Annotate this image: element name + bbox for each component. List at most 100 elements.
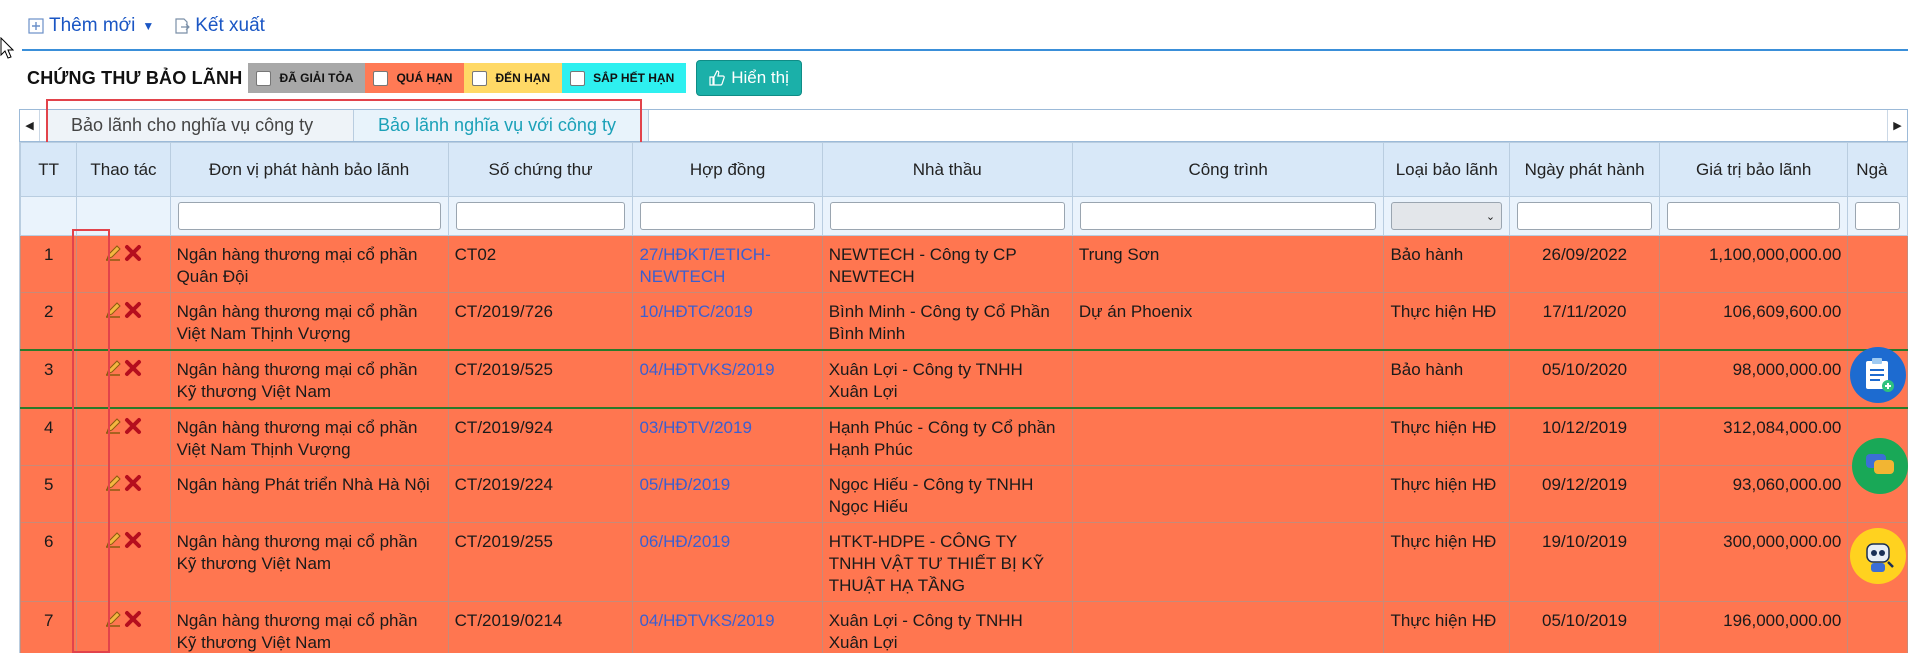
col-header-next[interactable]: Ngà	[1847, 142, 1908, 197]
edit-icon[interactable]	[104, 474, 122, 492]
col-header-project[interactable]: Công trình	[1071, 142, 1385, 197]
tab-scroll-left-icon[interactable]: ◀	[20, 110, 40, 141]
status-filter-row: CHỨNG THƯ BẢO LÃNH ĐÃ GIẢI TỎA QUÁ HẠN Đ…	[27, 60, 802, 96]
filter-date-input[interactable]	[1517, 202, 1653, 230]
cell-actions	[76, 292, 171, 351]
cell-issue-date-text: 10/12/2019	[1542, 418, 1628, 437]
cell-type: Thực hiện HĐ	[1383, 522, 1511, 602]
cell-issuer-text: Ngân hàng thương mại cổ phần Kỹ thương V…	[176, 532, 418, 573]
cell-contract-text[interactable]: 27/HĐKT/ETICH-NEWTECH	[639, 245, 770, 286]
edit-icon[interactable]	[104, 244, 122, 262]
delete-icon[interactable]	[124, 359, 142, 377]
table-row[interactable]: 4 Ngân hàng thương mại cổ phần Việt Nam T…	[20, 407, 1908, 466]
export-label: Kết xuất	[195, 15, 265, 36]
guarantee-grid: TT Thao tác Đơn vị phát hành bảo lãnh Số…	[19, 142, 1908, 653]
released-checkbox[interactable]	[256, 70, 272, 86]
filter-cert-input[interactable]	[455, 202, 626, 230]
col-header-contract[interactable]: Hợp đồng	[632, 142, 823, 197]
cell-cert-number-text: CT/2019/525	[454, 360, 553, 379]
table-row[interactable]: 6 Ngân hàng thương mại cổ phần Kỹ thương …	[20, 522, 1908, 602]
filter-contract-input[interactable]	[640, 202, 815, 230]
cell-contract: 27/HĐKT/ETICH-NEWTECH	[632, 235, 823, 293]
cell-tt: 2	[20, 292, 78, 351]
col-header-cert-number[interactable]: Số chứng thư	[447, 142, 634, 197]
status-overdue[interactable]: QUÁ HẠN	[365, 63, 465, 93]
cell-contract-text[interactable]: 04/HĐTVKS/2019	[639, 360, 774, 379]
filter-contractor-input[interactable]	[829, 202, 1065, 230]
delete-icon[interactable]	[124, 531, 142, 549]
cell-contract: 05/HĐ/2019	[632, 465, 823, 523]
cell-cert-number: CT/2019/726	[447, 292, 634, 351]
table-row[interactable]: 7 Ngân hàng thương mại cổ phần Kỹ thương …	[20, 601, 1908, 653]
col-header-value[interactable]: Giá trị bảo lãnh	[1659, 142, 1849, 197]
due-checkbox[interactable]	[472, 70, 488, 86]
status-expiring-soon[interactable]: SẮP HẾT HẠN	[562, 63, 687, 93]
edit-icon[interactable]	[104, 359, 122, 377]
chat-widget[interactable]	[1852, 438, 1908, 494]
edit-icon[interactable]	[104, 610, 122, 628]
chevron-down-icon[interactable]: ▼	[142, 19, 154, 33]
cell-issuer: Ngân hàng thương mại cổ phần Việt Nam Th…	[169, 407, 449, 466]
col-header-issue-date[interactable]: Ngày phát hành	[1509, 142, 1661, 197]
cell-type: Bảo hành	[1383, 235, 1511, 293]
cell-issuer: Ngân hàng thương mại cổ phần Quân Đội	[169, 235, 449, 293]
table-row[interactable]: 5 Ngân hàng Phát triển Nhà Hà Nội CT/2019/…	[20, 465, 1908, 523]
delete-icon[interactable]	[124, 610, 142, 628]
filter-project-input[interactable]	[1079, 202, 1377, 230]
cell-contract-text[interactable]: 06/HĐ/2019	[639, 532, 730, 551]
cell-contract-text[interactable]: 03/HĐTV/2019	[639, 418, 751, 437]
delete-icon[interactable]	[124, 244, 142, 262]
filter-next-input[interactable]	[1855, 202, 1900, 230]
filter-type-select[interactable]: ⌄	[1391, 202, 1503, 230]
status-due[interactable]: ĐẾN HẠN	[464, 63, 563, 93]
cell-cert-number: CT02	[447, 235, 634, 293]
col-header-issuer[interactable]: Đơn vị phát hành bảo lãnh	[169, 142, 449, 197]
cell-contract-text[interactable]: 04/HĐTVKS/2019	[639, 611, 774, 630]
col-header-contractor[interactable]: Nhà thầu	[821, 142, 1073, 197]
col-header-tt[interactable]: TT	[20, 142, 78, 197]
delete-icon[interactable]	[124, 301, 142, 319]
cell-actions	[76, 349, 171, 409]
cell-next	[1847, 292, 1908, 351]
export-button[interactable]: Kết xuất	[174, 15, 265, 37]
cell-contractor-text: HTKT-HDPE - CÔNG TY TNHH VẬT TƯ THIẾT BỊ…	[828, 532, 1045, 595]
delete-icon[interactable]	[124, 474, 142, 492]
edit-icon[interactable]	[104, 417, 122, 435]
expiring-checkbox[interactable]	[570, 70, 586, 86]
cell-tt-text: 2	[43, 302, 54, 321]
show-button[interactable]: Hiển thị	[696, 60, 802, 96]
add-note-widget[interactable]	[1850, 347, 1906, 403]
tab-guarantee-to-company[interactable]: Bảo lãnh nghĩa vụ với công ty	[354, 110, 649, 141]
edit-icon[interactable]	[104, 301, 122, 319]
table-row[interactable]: 3 Ngân hàng thương mại cổ phần Kỹ thương …	[20, 349, 1908, 409]
table-row[interactable]: 2 Ngân hàng thương mại cổ phần Việt Nam T…	[20, 292, 1908, 351]
delete-icon[interactable]	[124, 417, 142, 435]
add-new-button[interactable]: Thêm mới ▼	[28, 15, 154, 37]
col-header-type[interactable]: Loại bảo lãnh	[1383, 142, 1511, 197]
expiring-label: SẮP HẾT HẠN	[593, 71, 675, 85]
cell-tt-text: 7	[43, 611, 54, 630]
cell-issuer-text: Ngân hàng thương mại cổ phần Kỹ thương V…	[176, 611, 418, 652]
edit-icon[interactable]	[104, 531, 122, 549]
toolbar-divider	[22, 49, 1908, 51]
robot-assistant-widget[interactable]	[1850, 528, 1906, 584]
table-body: 1 Ngân hàng thương mại cổ phần Quân Đội CT…	[20, 235, 1908, 653]
cell-type-text: Bảo hành	[1390, 245, 1464, 264]
tab-guarantee-for-company[interactable]: Bảo lãnh cho nghĩa vụ công ty	[47, 110, 354, 141]
cell-value: 98,000,000.00	[1659, 349, 1849, 409]
cell-contract-text[interactable]: 05/HĐ/2019	[639, 475, 730, 494]
col-header-actions[interactable]: Thao tác	[76, 142, 171, 197]
cell-value: 93,060,000.00	[1659, 465, 1849, 523]
table-row[interactable]: 1 Ngân hàng thương mại cổ phần Quân Đội CT…	[20, 235, 1908, 293]
cell-tt: 5	[20, 465, 78, 523]
overdue-checkbox[interactable]	[373, 70, 389, 86]
cell-issuer: Ngân hàng thương mại cổ phần Kỹ thương V…	[169, 522, 449, 602]
cell-actions	[76, 522, 171, 602]
filter-value-input[interactable]	[1667, 202, 1841, 230]
filter-issuer-input[interactable]	[177, 202, 441, 230]
status-released[interactable]: ĐÃ GIẢI TỎA	[248, 63, 366, 93]
cell-value-text: 312,084,000.00	[1723, 418, 1842, 437]
tab-strip: ◀ Bảo lãnh cho nghĩa vụ công ty Bảo lãnh…	[19, 109, 1908, 142]
cell-contract-text[interactable]: 10/HĐTC/2019	[639, 302, 752, 321]
tab-scroll-right-icon[interactable]: ▶	[1887, 110, 1907, 141]
